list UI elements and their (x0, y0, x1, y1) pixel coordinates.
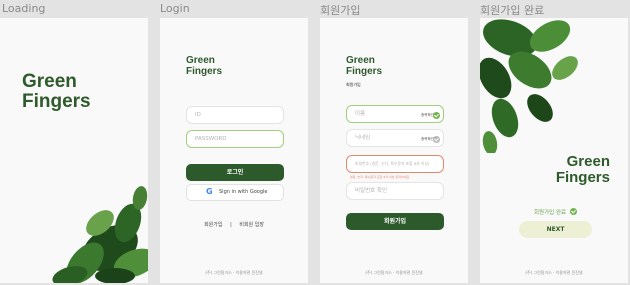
brand-line-2: Fingers (186, 65, 223, 77)
password-input[interactable]: 비밀번호 (영문, 숫자, 특수문자 포함 8자 이상) (346, 155, 444, 173)
google-signin-label: Sign in with Google (219, 189, 268, 195)
frame-label-loading: Loading (2, 2, 46, 15)
signup-screen: Green Fingers 회원가입 이름 중복확인 닉네임 중복확인 비밀번호… (320, 18, 468, 283)
footer-text: (주) 그린핑거스 · 이용약관 윤진영 (525, 270, 583, 275)
brand-logo: Green Fingers (186, 55, 223, 77)
plant-illustration (480, 19, 578, 153)
nickname-placeholder: 닉네임 (355, 135, 371, 141)
google-icon: G (206, 187, 213, 196)
password-input[interactable]: PASSWORD (186, 130, 284, 148)
guest-entry-link[interactable]: 비회원 입장 (239, 222, 264, 228)
signup-submit-button[interactable]: 회원가입 (346, 213, 444, 230)
frame-label-signup: 회원가입 (320, 4, 361, 17)
footer-text: (주) 그린핑거스 · 이용약관 윤진영 (365, 270, 423, 275)
login-screen: Green Fingers ID PASSWORD 로그인 G Sign in … (160, 18, 308, 283)
google-signin-button[interactable]: G Sign in with Google (186, 184, 284, 201)
brand-line-2: Fingers (555, 168, 610, 186)
check-pending-icon (433, 136, 440, 143)
name-placeholder: 이름 (355, 111, 366, 117)
password-error-message: 영문, 숫자, 특수문자 포함 8자 이상 입력하세요. (350, 175, 411, 179)
signup-complete-screen: Green Fingers 회원가입 완료 NEXT (주) 그린핑거스 · 이… (480, 18, 628, 283)
link-divider: | (230, 222, 232, 228)
brand-line-1: Green (566, 153, 610, 170)
next-button[interactable]: NEXT (519, 221, 592, 238)
footer-text: (주) 그린핑거스 · 이용약관 윤진영 (205, 270, 263, 275)
frame-label-login: Login (160, 2, 190, 15)
name-duplicate-check[interactable]: 중복확인 (421, 113, 434, 118)
brand-logo: Green Fingers (346, 55, 383, 77)
signup-link[interactable]: 회원가입 (204, 222, 222, 228)
login-links: 회원가입 | 비회원 입장 (160, 221, 308, 228)
brand-logo: Green Fingers (556, 154, 610, 186)
brand-logo: Green Fingers (22, 72, 91, 112)
brand-line-1: Green (346, 55, 375, 66)
signup-subtitle: 회원가입 (346, 82, 361, 87)
brand-line-1: Green (186, 55, 215, 66)
id-input[interactable]: ID (186, 106, 284, 124)
check-valid-icon (433, 112, 440, 119)
loading-screen: Green Fingers (0, 18, 148, 283)
login-button[interactable]: 로그인 (186, 164, 284, 181)
plant-illustration (52, 186, 148, 283)
password-confirm-input[interactable]: 비밀번호 확인 (346, 182, 444, 200)
brand-line-2: Fingers (22, 90, 91, 112)
nickname-duplicate-check[interactable]: 중복확인 (421, 137, 434, 142)
check-complete-icon (570, 208, 577, 215)
brand-line-1: Green (22, 71, 77, 92)
signup-complete-message: 회원가입 완료 (534, 210, 567, 216)
brand-line-2: Fingers (346, 65, 383, 77)
frame-label-signup-done: 회원가입 완료 (480, 4, 545, 17)
